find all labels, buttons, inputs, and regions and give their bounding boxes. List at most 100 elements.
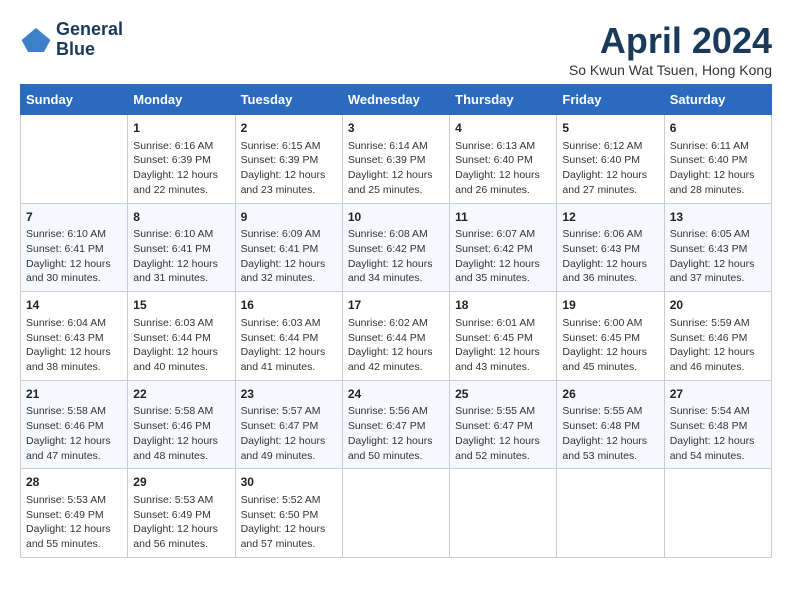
- day-info: Sunrise: 5:57 AM Sunset: 6:47 PM Dayligh…: [241, 404, 337, 463]
- day-info: Sunrise: 5:53 AM Sunset: 6:49 PM Dayligh…: [26, 493, 122, 552]
- calendar-cell: 24Sunrise: 5:56 AM Sunset: 6:47 PM Dayli…: [342, 380, 449, 469]
- weekday-header-sunday: Sunday: [21, 85, 128, 115]
- day-number: 30: [241, 474, 337, 491]
- day-info: Sunrise: 5:55 AM Sunset: 6:47 PM Dayligh…: [455, 404, 551, 463]
- day-info: Sunrise: 6:07 AM Sunset: 6:42 PM Dayligh…: [455, 227, 551, 286]
- weekday-header-monday: Monday: [128, 85, 235, 115]
- calendar-cell: 30 Sunrise: 5:52 AM Sunset: 6:50 PM Dayli…: [235, 469, 342, 558]
- day-info: Sunrise: 5:59 AM Sunset: 6:46 PM Dayligh…: [670, 316, 766, 375]
- logo: General Blue: [20, 20, 123, 60]
- weekday-header-friday: Friday: [557, 85, 664, 115]
- day-info: Sunrise: 6:01 AM Sunset: 6:45 PM Dayligh…: [455, 316, 551, 375]
- day-number: 5: [562, 120, 658, 137]
- calendar-cell: 10Sunrise: 6:08 AM Sunset: 6:42 PM Dayli…: [342, 203, 449, 292]
- day-info: Sunrise: 6:03 AM Sunset: 6:44 PM Dayligh…: [133, 316, 229, 375]
- calendar-cell: 3 Sunrise: 6:14 AM Sunset: 6:39 PM Daylig…: [342, 115, 449, 204]
- calendar-cell: 18 Sunrise: 6:01 AM Sunset: 6:45 PM Dayli…: [450, 292, 557, 381]
- weekday-header-tuesday: Tuesday: [235, 85, 342, 115]
- day-info: Sunrise: 5:56 AM Sunset: 6:47 PM Dayligh…: [348, 404, 444, 463]
- week-row-5: 28 Sunrise: 5:53 AM Sunset: 6:49 PM Dayli…: [21, 469, 772, 558]
- week-row-2: 7Sunrise: 6:10 AM Sunset: 6:41 PM Daylig…: [21, 203, 772, 292]
- calendar-cell: [342, 469, 449, 558]
- day-number: 21: [26, 386, 122, 403]
- calendar-cell: [664, 469, 771, 558]
- day-number: 26: [562, 386, 658, 403]
- day-number: 15: [133, 297, 229, 314]
- day-number: 20: [670, 297, 766, 314]
- calendar-cell: 26Sunrise: 5:55 AM Sunset: 6:48 PM Dayli…: [557, 380, 664, 469]
- calendar-cell: [450, 469, 557, 558]
- day-number: 12: [562, 209, 658, 226]
- day-number: 8: [133, 209, 229, 226]
- day-number: 18: [455, 297, 551, 314]
- day-number: 6: [670, 120, 766, 137]
- day-info: Sunrise: 5:52 AM Sunset: 6:50 PM Dayligh…: [241, 493, 337, 552]
- calendar-cell: 15 Sunrise: 6:03 AM Sunset: 6:44 PM Dayli…: [128, 292, 235, 381]
- calendar-cell: 20 Sunrise: 5:59 AM Sunset: 6:46 PM Dayli…: [664, 292, 771, 381]
- calendar-cell: 16Sunrise: 6:03 AM Sunset: 6:44 PM Dayli…: [235, 292, 342, 381]
- day-number: 16: [241, 297, 337, 314]
- week-row-1: 1Sunrise: 6:16 AM Sunset: 6:39 PM Daylig…: [21, 115, 772, 204]
- calendar-cell: 19 Sunrise: 6:00 AM Sunset: 6:45 PM Dayli…: [557, 292, 664, 381]
- day-number: 24: [348, 386, 444, 403]
- logo-icon: [20, 24, 52, 56]
- day-info: Sunrise: 5:58 AM Sunset: 6:46 PM Dayligh…: [133, 404, 229, 463]
- calendar-cell: 11Sunrise: 6:07 AM Sunset: 6:42 PM Dayli…: [450, 203, 557, 292]
- day-number: 28: [26, 474, 122, 491]
- calendar-cell: [21, 115, 128, 204]
- day-info: Sunrise: 6:10 AM Sunset: 6:41 PM Dayligh…: [26, 227, 122, 286]
- calendar-cell: 14Sunrise: 6:04 AM Sunset: 6:43 PM Dayli…: [21, 292, 128, 381]
- day-number: 29: [133, 474, 229, 491]
- day-number: 4: [455, 120, 551, 137]
- day-number: 11: [455, 209, 551, 226]
- calendar-cell: 25Sunrise: 5:55 AM Sunset: 6:47 PM Dayli…: [450, 380, 557, 469]
- calendar-cell: 13Sunrise: 6:05 AM Sunset: 6:43 PM Dayli…: [664, 203, 771, 292]
- day-info: Sunrise: 5:54 AM Sunset: 6:48 PM Dayligh…: [670, 404, 766, 463]
- day-info: Sunrise: 5:53 AM Sunset: 6:49 PM Dayligh…: [133, 493, 229, 552]
- weekday-header-thursday: Thursday: [450, 85, 557, 115]
- calendar-cell: 29 Sunrise: 5:53 AM Sunset: 6:49 PM Dayli…: [128, 469, 235, 558]
- logo-text: General Blue: [56, 20, 123, 60]
- day-number: 9: [241, 209, 337, 226]
- day-number: 23: [241, 386, 337, 403]
- location-subtitle: So Kwun Wat Tsuen, Hong Kong: [569, 62, 772, 78]
- day-info: Sunrise: 6:16 AM Sunset: 6:39 PM Dayligh…: [133, 139, 229, 198]
- day-number: 3: [348, 120, 444, 137]
- weekday-header-row: SundayMondayTuesdayWednesdayThursdayFrid…: [21, 85, 772, 115]
- calendar-cell: 9Sunrise: 6:09 AM Sunset: 6:41 PM Daylig…: [235, 203, 342, 292]
- calendar-cell: 6Sunrise: 6:11 AM Sunset: 6:40 PM Daylig…: [664, 115, 771, 204]
- calendar-cell: 8Sunrise: 6:10 AM Sunset: 6:41 PM Daylig…: [128, 203, 235, 292]
- day-info: Sunrise: 6:10 AM Sunset: 6:41 PM Dayligh…: [133, 227, 229, 286]
- day-number: 2: [241, 120, 337, 137]
- calendar-cell: 27Sunrise: 5:54 AM Sunset: 6:48 PM Dayli…: [664, 380, 771, 469]
- day-info: Sunrise: 5:55 AM Sunset: 6:48 PM Dayligh…: [562, 404, 658, 463]
- day-info: Sunrise: 6:15 AM Sunset: 6:39 PM Dayligh…: [241, 139, 337, 198]
- day-info: Sunrise: 6:12 AM Sunset: 6:40 PM Dayligh…: [562, 139, 658, 198]
- day-info: Sunrise: 6:09 AM Sunset: 6:41 PM Dayligh…: [241, 227, 337, 286]
- calendar-cell: 4 Sunrise: 6:13 AM Sunset: 6:40 PM Daylig…: [450, 115, 557, 204]
- day-info: Sunrise: 6:00 AM Sunset: 6:45 PM Dayligh…: [562, 316, 658, 375]
- calendar-cell: 28 Sunrise: 5:53 AM Sunset: 6:49 PM Dayli…: [21, 469, 128, 558]
- calendar-cell: 12Sunrise: 6:06 AM Sunset: 6:43 PM Dayli…: [557, 203, 664, 292]
- calendar-cell: 17Sunrise: 6:02 AM Sunset: 6:44 PM Dayli…: [342, 292, 449, 381]
- day-number: 22: [133, 386, 229, 403]
- calendar-cell: 5 Sunrise: 6:12 AM Sunset: 6:40 PM Daylig…: [557, 115, 664, 204]
- title-block: April 2024 So Kwun Wat Tsuen, Hong Kong: [569, 20, 772, 78]
- calendar-cell: 22Sunrise: 5:58 AM Sunset: 6:46 PM Dayli…: [128, 380, 235, 469]
- month-title: April 2024: [569, 20, 772, 62]
- day-number: 7: [26, 209, 122, 226]
- calendar-cell: 7Sunrise: 6:10 AM Sunset: 6:41 PM Daylig…: [21, 203, 128, 292]
- day-info: Sunrise: 6:02 AM Sunset: 6:44 PM Dayligh…: [348, 316, 444, 375]
- day-info: Sunrise: 6:14 AM Sunset: 6:39 PM Dayligh…: [348, 139, 444, 198]
- calendar-cell: 2 Sunrise: 6:15 AM Sunset: 6:39 PM Daylig…: [235, 115, 342, 204]
- day-info: Sunrise: 6:13 AM Sunset: 6:40 PM Dayligh…: [455, 139, 551, 198]
- day-number: 19: [562, 297, 658, 314]
- day-number: 13: [670, 209, 766, 226]
- calendar-table: SundayMondayTuesdayWednesdayThursdayFrid…: [20, 84, 772, 558]
- calendar-cell: [557, 469, 664, 558]
- day-number: 25: [455, 386, 551, 403]
- weekday-header-wednesday: Wednesday: [342, 85, 449, 115]
- day-number: 10: [348, 209, 444, 226]
- week-row-4: 21 Sunrise: 5:58 AM Sunset: 6:46 PM Dayli…: [21, 380, 772, 469]
- day-info: Sunrise: 6:08 AM Sunset: 6:42 PM Dayligh…: [348, 227, 444, 286]
